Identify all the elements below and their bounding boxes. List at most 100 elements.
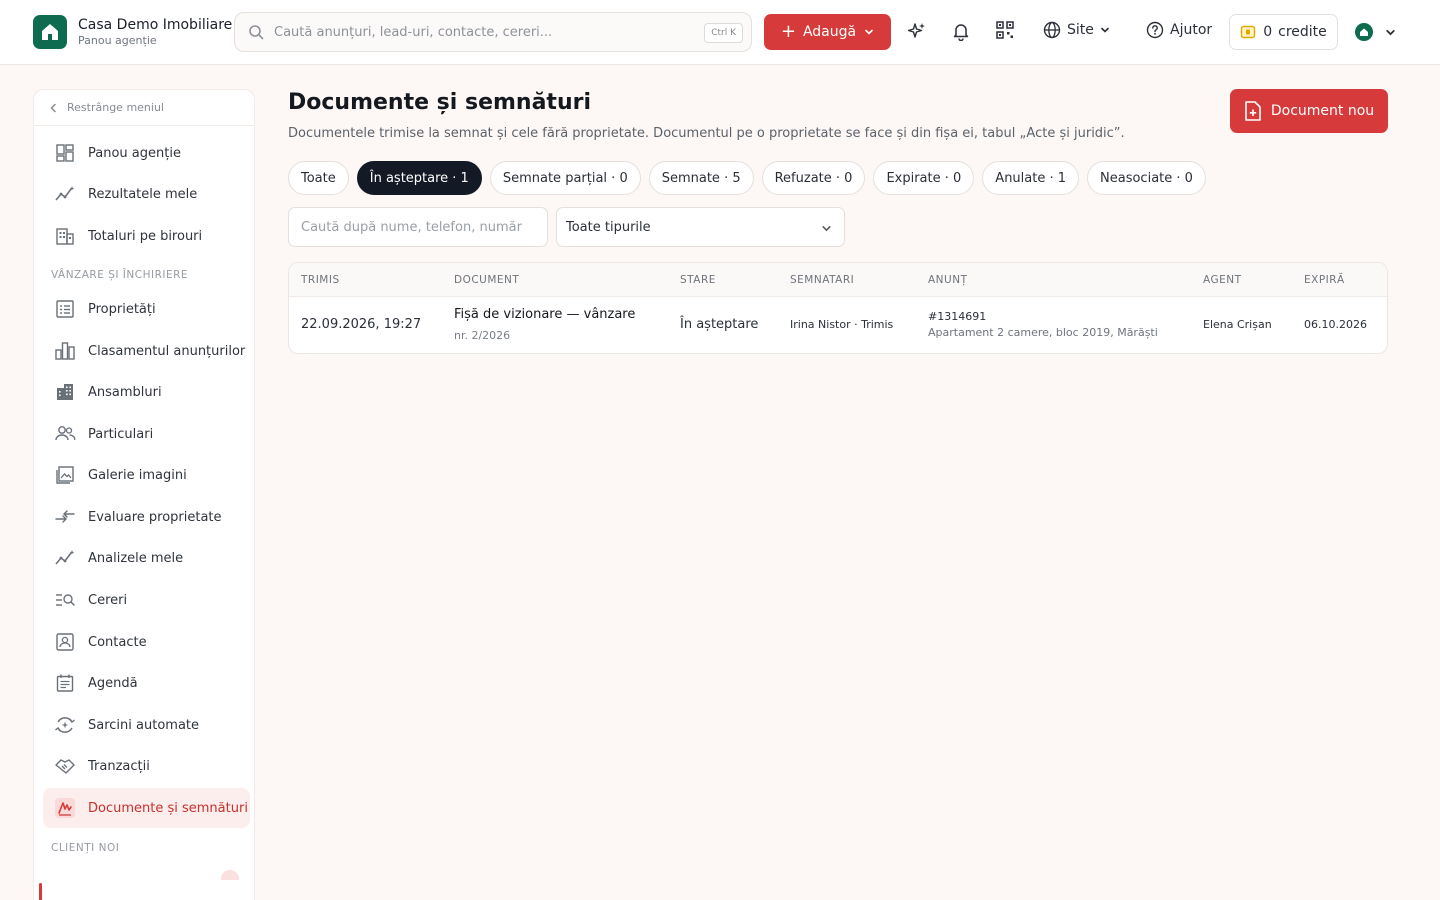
sidebar-item-sarcini-automate[interactable]: Sarcini automate — [43, 705, 250, 745]
sidebar-item-tranzactii[interactable]: Tranzacții — [43, 746, 250, 786]
analytics-icon — [53, 546, 77, 570]
file-add-icon — [1245, 101, 1261, 121]
active-indicator — [39, 883, 42, 900]
bar-chart-icon — [53, 339, 77, 363]
page-description: Documentele trimise la semnat și cele fă… — [288, 126, 1125, 141]
globe-icon — [1043, 21, 1061, 39]
chevron-down-icon — [1101, 27, 1109, 33]
chevron-down-icon — [822, 226, 831, 232]
table-row[interactable]: 22.09.2026, 19:27 Fișă de vizionare — vâ… — [289, 297, 1387, 353]
sidebar-item-totaluri-pe-birouri[interactable]: Totaluri pe birouri — [43, 216, 250, 256]
sidebar-item-label: Sarcini automate — [88, 717, 200, 733]
cell-agent: Elena Crișan — [1203, 318, 1272, 331]
apartment-icon — [53, 380, 77, 404]
building-icon — [53, 224, 77, 248]
column-header-agent[interactable]: AGENT — [1203, 274, 1242, 286]
sidebar-item-label: Contacte — [88, 634, 147, 650]
qr-code-icon[interactable] — [996, 21, 1014, 39]
calendar-icon — [53, 671, 77, 695]
cell-sent: 22.09.2026, 19:27 — [301, 317, 422, 332]
global-search[interactable]: Ctrl K — [234, 12, 752, 52]
image-gallery-icon — [53, 463, 77, 487]
add-button[interactable]: + Adaugă — [764, 14, 891, 50]
cell-signers: Irina Nistor · Trimis — [790, 318, 894, 331]
tab-semnate[interactable]: Semnate · 5 — [648, 161, 754, 195]
column-header-semnatari[interactable]: SEMNATARI — [790, 274, 854, 286]
sidebar-item-clasamentul-anunturilor[interactable]: Clasamentul anunțurilor — [43, 331, 250, 371]
column-header-trimis[interactable]: TRIMIS — [301, 274, 340, 286]
ai-sparkle-icon[interactable] — [907, 21, 927, 41]
cell-document-title[interactable]: Fișă de vizionare — vânzare — [454, 307, 635, 322]
sidebar-item-galerie-imagini[interactable]: Galerie imagini — [43, 455, 250, 495]
plus-icon: + — [780, 21, 796, 42]
sidebar-item-evaluare-proprietate[interactable]: Evaluare proprietate — [43, 497, 250, 537]
section-title-clients: CLIENȚI NOI — [51, 842, 120, 854]
global-search-input[interactable] — [274, 24, 684, 40]
sidebar-item-contacte[interactable]: Contacte — [43, 622, 250, 662]
collapse-menu-button[interactable]: Restrânge meniul — [34, 90, 254, 126]
new-document-button[interactable]: Document nou — [1230, 89, 1388, 133]
document-search-input[interactable] — [288, 207, 548, 247]
sidebar-item-label: Rezultatele mele — [88, 186, 198, 202]
sidebar-item-analizele-mele[interactable]: Analizele mele — [43, 538, 250, 578]
help-label: Ajutor — [1170, 22, 1213, 38]
tab-toate[interactable]: Toate — [288, 161, 349, 195]
cell-listing-description: Apartament 2 camere, bloc 2019, Mărăști — [928, 326, 1158, 339]
sidebar-item-label: Ansambluri — [88, 384, 162, 400]
column-header-document[interactable]: DOCUMENT — [454, 274, 519, 286]
credits-label: credite — [1278, 24, 1327, 40]
page-title: Documente și semnături — [288, 90, 591, 115]
tab-semnate-partial[interactable]: Semnate parțial · 0 — [489, 161, 641, 195]
sidebar-item-ansambluri[interactable]: Ansambluri — [43, 372, 250, 412]
column-header-anunt[interactable]: ANUNȚ — [928, 274, 968, 286]
new-document-label: Document nou — [1270, 103, 1375, 119]
sidebar-item-label: Clasamentul anunțurilor — [88, 343, 246, 359]
site-menu[interactable]: Site — [1043, 21, 1110, 39]
sidebar-item-label: Cereri — [88, 592, 128, 608]
sidebar: Restrânge meniul Panou agenție Rezultate… — [33, 89, 255, 900]
sidebar-item-panou-agentie[interactable]: Panou agenție — [43, 133, 250, 173]
search-icon — [249, 25, 264, 40]
handshake-icon — [53, 754, 77, 778]
help-circle-icon — [1146, 21, 1164, 39]
add-button-label: Adaugă — [802, 24, 857, 40]
tab-anulate[interactable]: Anulate · 1 — [982, 161, 1080, 195]
sidebar-item-label: Totaluri pe birouri — [88, 228, 203, 244]
automation-icon — [53, 713, 77, 737]
brand[interactable]: Casa Demo Imobiliare Panou agenție — [33, 15, 232, 49]
sidebar-item-documente-si-semnaturi[interactable]: Documente și semnături — [43, 788, 250, 828]
sidebar-item-proprietati[interactable]: Proprietăți — [43, 289, 250, 329]
sidebar-item-label: Agendă — [88, 675, 138, 691]
section-title-sales: VÂNZARE ȘI ÎNCHIRIERE — [51, 269, 189, 281]
top-bar: Casa Demo Imobiliare Panou agenție Ctrl … — [0, 0, 1440, 65]
tab-in-asteptare[interactable]: În așteptare · 1 — [356, 161, 482, 195]
sidebar-item-label: Evaluare proprietate — [88, 509, 222, 525]
sidebar-item-particulari[interactable]: Particulari — [43, 414, 250, 454]
cell-listing-id[interactable]: #1314691 — [928, 310, 986, 323]
house-avatar-icon — [1360, 28, 1368, 36]
cell-expires: 06.10.2026 — [1304, 318, 1367, 331]
contact-card-icon — [53, 630, 77, 654]
tab-neasociate[interactable]: Neasociate · 0 — [1087, 161, 1206, 195]
tab-expirate[interactable]: Expirate · 0 — [873, 161, 975, 195]
user-avatar[interactable] — [1355, 23, 1373, 41]
chevron-down-icon[interactable] — [1385, 27, 1396, 38]
table-header: TRIMIS DOCUMENT STARE SEMNATARI ANUNȚ AG… — [289, 263, 1387, 297]
search-list-icon — [53, 588, 77, 612]
compare-arrows-icon — [53, 505, 77, 529]
tab-refuzate[interactable]: Refuzate · 0 — [761, 161, 866, 195]
credits-button[interactable]: 0 credite — [1229, 14, 1338, 50]
bell-icon[interactable] — [951, 21, 971, 41]
sidebar-item-agenda[interactable]: Agendă — [43, 663, 250, 703]
column-header-expira[interactable]: EXPIRĂ — [1304, 274, 1345, 286]
sidebar-item-rezultatele-mele[interactable]: Rezultatele mele — [43, 174, 250, 214]
document-type-select[interactable]: Toate tipurile — [556, 207, 845, 247]
notification-badge — [221, 870, 239, 880]
signature-icon — [53, 796, 77, 820]
column-header-stare[interactable]: STARE — [680, 274, 716, 286]
sidebar-item-label: Particulari — [88, 426, 154, 442]
sidebar-item-label: Documente și semnături — [88, 800, 248, 816]
help-link[interactable]: Ajutor — [1146, 21, 1212, 39]
sidebar-item-cereri[interactable]: Cereri — [43, 580, 250, 620]
sidebar-item-label: Galerie imagini — [88, 467, 187, 483]
